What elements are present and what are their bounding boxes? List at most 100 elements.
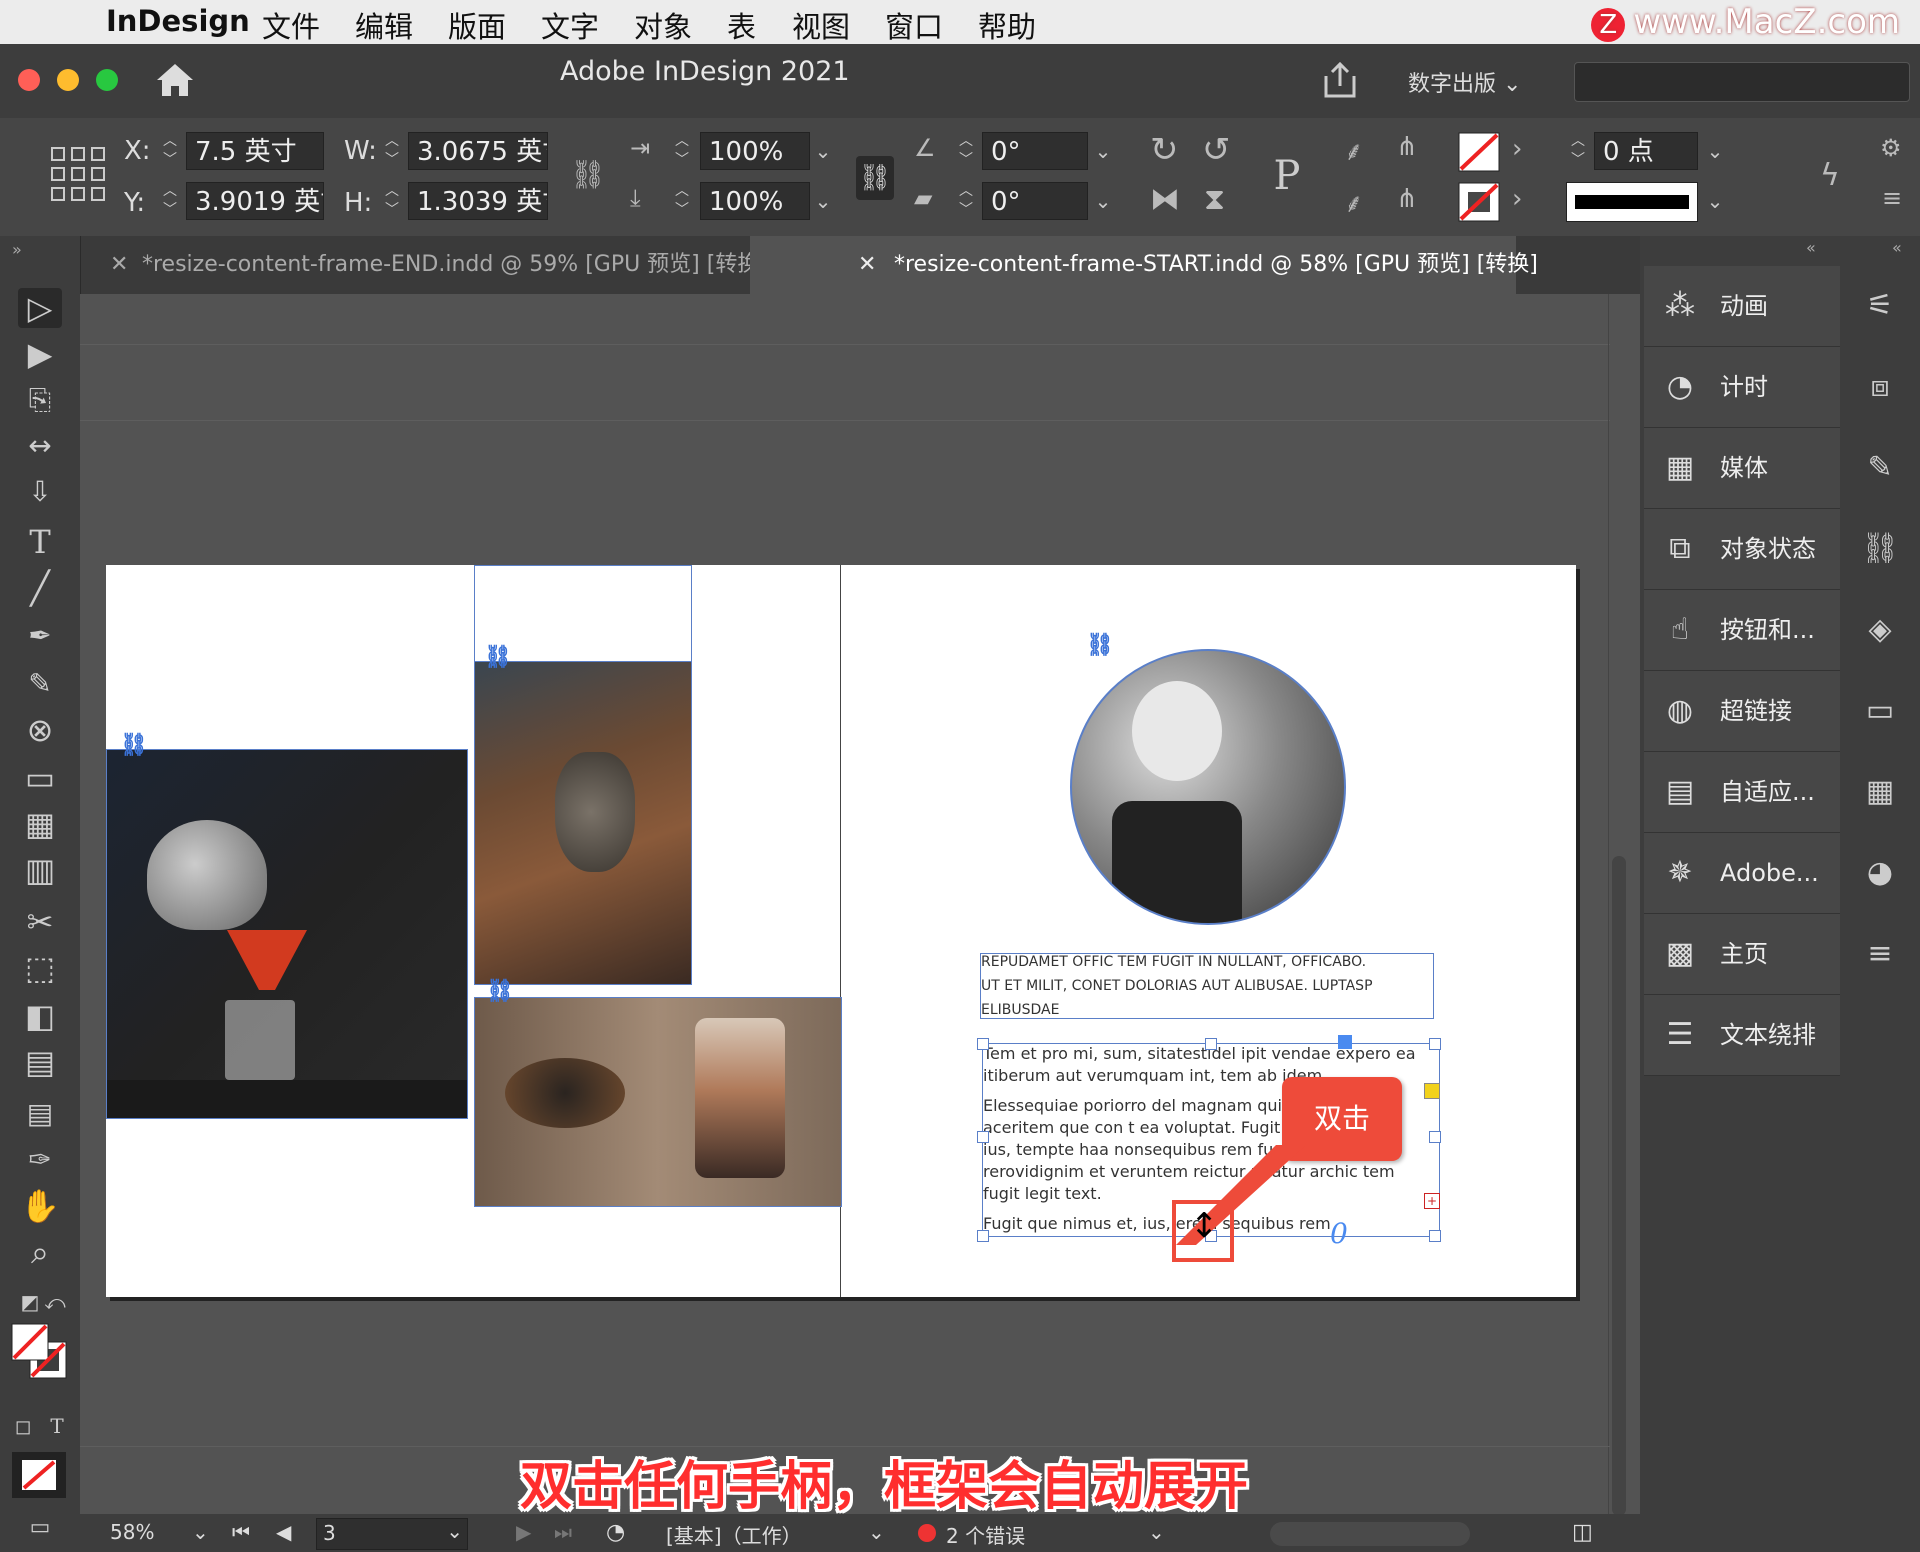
link-icon[interactable]: ⛓ [486,979,514,1004]
panel-media[interactable]: ▦ 媒体 [1644,428,1840,509]
stroke-type-dropdown[interactable]: ⌄ [1700,182,1730,220]
y-stepper[interactable]: ︿ ﹀ [158,182,182,220]
menu-type[interactable]: 文字 [541,4,599,46]
x-field[interactable]: 7.5 英寸 [186,132,324,170]
panel-buttons[interactable]: ☝ 按钮和... [1644,590,1840,671]
layers-icon[interactable]: ◈ [1854,590,1906,670]
stroke-weight-stepper[interactable]: ︿ ﹀ [1566,132,1590,170]
constrain-proportions-icon[interactable]: ⛓ [570,158,606,191]
x-stepper[interactable]: ︿ ﹀ [158,132,182,170]
zoom-level[interactable]: 58% [110,1520,154,1544]
h-stepper[interactable]: ︿ ﹀ [380,182,404,220]
pen-tool-icon[interactable]: ✒ [18,616,62,656]
menu-object[interactable]: 对象 [634,4,692,46]
rotate-counterclockwise-icon[interactable]: ↺ [1202,130,1231,170]
swap-colors-icon[interactable]: ⤺ [40,1282,70,1322]
vertical-scrollbar[interactable] [1612,856,1626,1516]
stroke-type-selector[interactable] [1566,182,1698,222]
page-number-field[interactable]: 3 ⌄ [316,1518,468,1550]
gradient-icon[interactable]: ▭ [1854,671,1906,751]
h-field[interactable]: 1.3039 英寸 [408,182,548,220]
screen-mode-icon[interactable]: ▭ [18,1508,62,1548]
swatches-icon[interactable]: ▦ [1854,752,1906,832]
panel-animation[interactable]: ⁂ 动画 [1644,266,1840,347]
links-icon[interactable]: ⛓ [1854,509,1906,589]
menu-layout[interactable]: 版面 [448,4,506,46]
menu-view[interactable]: 视图 [792,4,850,46]
scale-y-dropdown[interactable]: ⌄ [808,182,838,220]
properties-sliders-icon[interactable]: ⚟ [1854,266,1906,346]
menu-app-name[interactable]: InDesign [106,4,250,38]
menu-window[interactable]: 窗口 [885,4,943,46]
close-window-button[interactable] [18,69,40,91]
menu-file[interactable]: 文件 [262,4,320,46]
rectangle-frame-tool-icon[interactable]: ⊗ [18,710,62,750]
scale-x-dropdown[interactable]: ⌄ [808,132,838,170]
last-page-icon[interactable]: ⏭ [554,1520,572,1544]
shear-dropdown[interactable]: ⌄ [1088,182,1118,220]
formatting-container-icon[interactable]: ◻ [8,1406,38,1446]
panel-hyperlinks[interactable]: ◍ 超链接 [1644,671,1840,752]
errors-chevron-down-icon[interactable]: ⌄ [1148,1520,1165,1544]
preflight-profile[interactable]: [基本]（工作） [666,1520,802,1549]
page-tool-icon[interactable]: ⎘ [18,380,62,420]
scale-y-field[interactable]: 100% [700,182,810,220]
frame-handle-br[interactable] [1429,1230,1441,1242]
flip-vertical-icon[interactable]: ⧗ [1204,182,1225,217]
frame-handle-tr[interactable] [1429,1038,1441,1050]
line-tool-icon[interactable]: ╱ [18,568,62,608]
zoom-tool-icon[interactable]: ⌕ [18,1232,62,1272]
stroke-lines-icon[interactable]: ≡ [1854,914,1906,994]
close-tab-icon[interactable]: ✕ [110,236,128,294]
tab-resize-start[interactable]: ✕ *resize-content-frame-START.indd @ 58%… [750,236,1538,294]
next-page-icon[interactable]: ▶ [516,1520,531,1544]
paragraph-styles-icon[interactable]: ✎ [1854,428,1906,508]
rotate-stepper[interactable]: ︿ ﹀ [954,132,978,170]
stroke-weight-dropdown[interactable]: ⌄ [1700,132,1730,170]
page-chevron-down-icon[interactable]: ⌄ [446,1519,463,1543]
collapse-toolbar-icon[interactable]: » [12,240,22,259]
heading-text-frame[interactable]: REPUDAMET OFFIC TEM FUGIT IN NULLANT, OF… [980,953,1434,1019]
apply-none-icon[interactable] [12,1452,66,1498]
w-field[interactable]: 3.0675 英寸 [408,132,548,170]
menu-help[interactable]: 帮助 [978,4,1036,46]
y-field[interactable]: 3.9019 英寸 [186,182,324,220]
free-transform-tool-icon[interactable]: ⬚ [18,948,62,988]
panel-liquid-layout[interactable]: ▤ 自适应... [1644,752,1840,833]
error-count[interactable]: 2 个错误 [946,1520,1025,1549]
gap-tool-icon[interactable]: ↔ [18,426,62,466]
content-collector-icon[interactable]: ⇩ [18,472,62,512]
table-tool-icon[interactable]: ▦ [18,804,62,844]
gradient-swatch-tool-icon[interactable]: ◧ [18,996,62,1036]
link-icon[interactable]: ⛓ [484,645,512,670]
rotate-field[interactable]: 0° [982,132,1088,170]
direct-selection-tool-icon[interactable]: ▶ [18,334,62,374]
iced-coffee-image[interactable] [474,997,842,1207]
stroke-chevron-right-icon[interactable]: › [1512,184,1522,214]
profile-chevron-down-icon[interactable]: ⌄ [868,1520,885,1544]
quick-apply-icon[interactable]: ϟ [1820,158,1840,193]
scale-x-field[interactable]: 100% [700,132,810,170]
zoom-window-button[interactable] [96,69,118,91]
gradient-feather-tool-icon[interactable]: ▤ [18,1042,62,1082]
preflight-icon[interactable]: ◔ [606,1520,625,1545]
coffee-pour-image[interactable] [106,749,468,1119]
pencil-tool-icon[interactable]: ✎ [18,664,62,704]
previous-page-icon[interactable]: ◀ [276,1520,291,1544]
panel-object-states[interactable]: ⧉ 对象状态 [1644,509,1840,590]
panel-menu-icon[interactable]: ≡ [1882,184,1902,212]
menu-edit[interactable]: 编辑 [355,4,413,46]
fill-stroke-swatch-icon[interactable] [10,1322,70,1382]
select-next-icon[interactable]: ⋔ [1396,184,1418,214]
select-container-icon[interactable]: ⸙ [1344,132,1364,168]
home-icon[interactable] [155,62,195,98]
scissors-tool-icon[interactable]: ✂ [18,902,62,942]
frame-handle-tc[interactable] [1205,1038,1217,1050]
stroke-none-swatch-icon[interactable] [1458,182,1500,222]
scale-x-stepper[interactable]: ︿ ﹀ [670,132,694,170]
link-icon[interactable]: ⛓ [120,733,148,758]
panel-pages[interactable]: ▩ 主页 [1644,914,1840,995]
type-tool-icon[interactable]: T [18,522,62,562]
zoom-chevron-down-icon[interactable]: ⌄ [192,1520,209,1544]
link-icon[interactable]: ⛓ [1086,633,1114,658]
